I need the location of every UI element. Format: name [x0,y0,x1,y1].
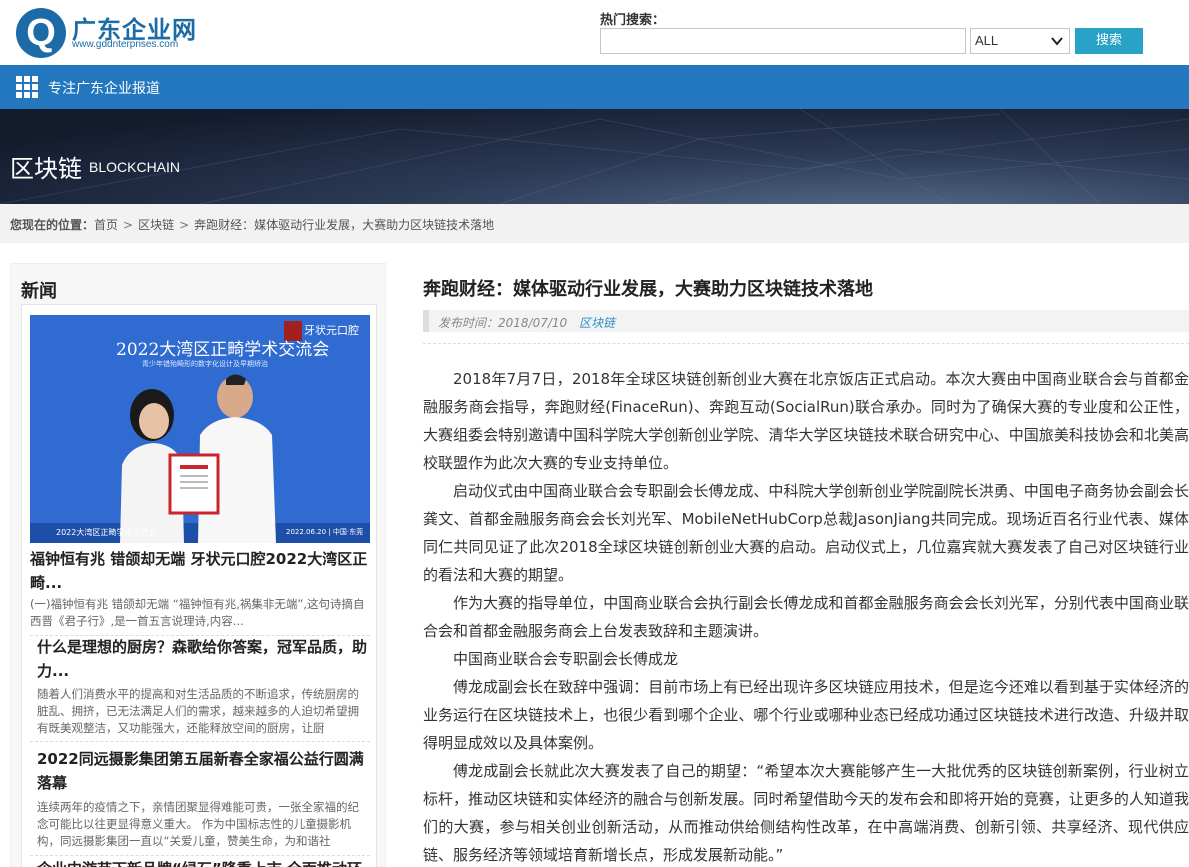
article-paragraph: 作为大赛的指导单位，中国商业联合会执行副会长傅龙成和首都金融服务商会会长刘光军，… [423,594,1189,640]
site-header: Q 广东企业网 www.gddnterprises.com 热门搜索： ALL … [0,0,1189,65]
sidebar-title: 新闻 [21,281,57,302]
article-paragraph: 启动仪式由中国商业联合会专职副会长傅龙成、中科院大学创新创业学院副院长洪勇、中国… [423,482,1189,584]
featured-image-subcaption: 青少年错殆畸形的数字化设计及早期矫治 [142,360,268,368]
featured-image-footer-right: 2022.06.20 | 中国·东莞 [286,528,364,536]
article-paragraph: 傅龙成副会长在致辞中强调：目前市场上有已经出现许多区块链应用技术，但是迄今还难以… [423,678,1189,752]
news-item-desc: 连续两年的疫情之下，亲情团聚显得难能可贵，一张全家福的纪念可能比以往更显得意义重… [37,800,359,848]
news-divider [30,855,370,856]
news-item-title[interactable]: 2022同远摄影集团第五届新春全家福公益行圆满落幕 [37,747,370,795]
search-scope-select[interactable]: ALL [970,28,1070,54]
news-item-desc: (一)福钟恒有兆 错颌却无端 “福钟恒有兆,祸集非无端”,这句诗摘自西晋《君子行… [30,597,365,628]
article-paragraph: 2018年7月7日，2018年全球区块链创新创业大赛在北京饭店正式启动。本次大赛… [423,370,1189,472]
news-item-title[interactable]: 什么是理想的厨房？森歌给你答案，冠军品质，助力... [37,635,370,683]
article-title: 奔跑财经：媒体驱动行业发展，大赛助力区块链技术落地 [423,279,873,300]
breadcrumb-home[interactable]: 首页 [94,218,118,232]
article-paragraph: 傅龙成副会长就此次大赛发表了自己的期望：“希望本次大赛能够产生一大批优秀的区块链… [423,762,1189,864]
breadcrumb-category[interactable]: 区块链 [138,218,174,232]
main-nav: 专注广东企业报道 [0,65,1189,109]
search-scope-value: ALL [975,33,999,48]
news-divider [30,741,370,742]
article-meta: 发布时间：2018/07/10 区块链 [423,310,1189,332]
breadcrumb-separator: > [123,218,134,232]
search-input[interactable] [600,28,966,54]
breadcrumb-separator: > [179,218,190,232]
grid-menu-icon[interactable] [16,76,38,98]
logo-url-text: www.gddnterprises.com [72,39,179,50]
banner-title: 区块链 [10,155,82,183]
nav-slogan[interactable]: 专注广东企业报道 [48,78,160,98]
article-paragraph: 中国商业联合会专职副会长傅成龙 [453,650,679,668]
news-item-title[interactable]: 福钟恒有兆 错颌却无端 牙状元口腔2022大湾区正畸... [30,547,370,595]
featured-image-footer-left: 2022大湾区正畸学术交流会 [56,528,157,537]
news-item-title[interactable]: 企业中游苗下新品牌“绿石”隆重上市 全面推动环 [37,857,370,867]
featured-image-brand: 牙状元口腔 [304,324,359,337]
breadcrumb-bar: 您现在的位置：首页 > 区块链 > 奔跑财经：媒体驱动行业发展，大赛助力区块链技术落地 [0,204,1189,243]
meta-marker [423,310,429,332]
news-item-desc: 随着人们消费水平的提高和对生活品质的不断追求，传统厨房的脏乱、拥挤，已无法满足人… [37,687,359,735]
article-category-link[interactable]: 区块链 [579,314,615,331]
breadcrumb-current[interactable]: 奔跑财经：媒体驱动行业发展，大赛助力区块链技术落地 [194,218,494,232]
logo-letter: Q [26,12,56,54]
featured-image-caption: 2022大湾区正畸学术交流会 [116,340,330,360]
chevron-down-icon [1051,37,1063,46]
news-featured-image[interactable]: 2022大湾区正畸学术交流会 青少年错殆畸形的数字化设计及早期矫治 牙状元口腔 … [30,315,370,543]
news-list: 2022大湾区正畸学术交流会 青少年错殆畸形的数字化设计及早期矫治 牙状元口腔 … [21,304,377,867]
article-body: 2018年7月7日，2018年全球区块链创新创业大赛在北京饭店正式启动。本次大赛… [423,365,1189,867]
article-date: 发布时间：2018/07/10 [438,316,568,330]
banner-subtitle: BLOCKCHAIN [89,159,181,175]
search-label: 热门搜索： [600,13,666,28]
news-sidebar: 新闻 2022大湾区正畸学术交流会 青少年错殆畸形的数字化设计及早期矫治 牙状元… [10,263,386,867]
article-divider [423,343,1189,344]
breadcrumb: 您现在的位置：首页 > 区块链 > 奔跑财经：媒体驱动行业发展，大赛助力区块链技术落地 [10,216,494,233]
site-logo[interactable]: Q 广东企业网 www.gddnterprises.com [16,6,196,58]
search-button[interactable]: 搜索 [1075,28,1143,54]
breadcrumb-prefix: 您现在的位置： [10,218,95,232]
banner-background-image [0,109,1189,204]
category-banner: 区块链 BLOCKCHAIN [0,109,1189,204]
